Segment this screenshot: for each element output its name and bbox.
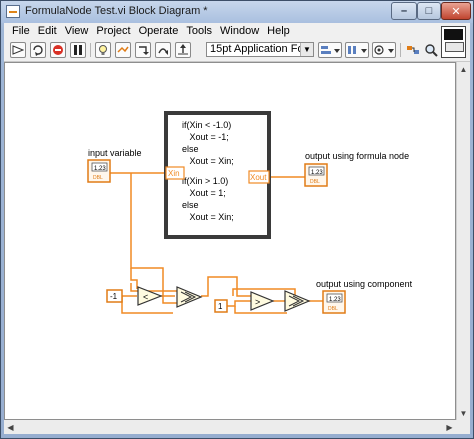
toolbar-separator <box>90 43 91 57</box>
highlight-execution-icon[interactable] <box>95 42 111 58</box>
input-variable-label: input variable <box>88 148 142 158</box>
block-diagram-svg: if(Xin < -1.0) Xout = -1; else Xout = Xi… <box>87 111 413 314</box>
formula-output-label: Xout <box>250 173 267 182</box>
formula-line: Xout = Xin; <box>182 156 234 166</box>
toolbar-separator <box>400 43 401 57</box>
formula-line: else <box>182 200 199 210</box>
wire-select1-out[interactable] <box>201 276 255 297</box>
less-than-primitive[interactable]: < <box>137 286 163 306</box>
vi-icon[interactable] <box>441 26 466 58</box>
menu-window[interactable]: Window <box>216 25 263 37</box>
search-icon[interactable] <box>423 42 439 58</box>
step-into-icon[interactable] <box>135 42 151 58</box>
menu-edit[interactable]: Edit <box>34 25 61 37</box>
abort-icon[interactable] <box>50 42 66 58</box>
output-component-terminal[interactable]: 1.23 DBL <box>322 290 346 314</box>
terminal-type: 1.23 <box>94 166 106 172</box>
labview-window: FormulaNode Test.vi Block Diagram * – □ … <box>0 0 474 439</box>
less-symbol: < <box>143 292 148 302</box>
scroll-left-icon[interactable]: ◀ <box>4 420 17 434</box>
horizontal-scrollbar[interactable]: ◀ ▶ <box>4 420 456 434</box>
menu-file[interactable]: File <box>4 25 34 37</box>
align-objects-icon[interactable] <box>318 42 342 58</box>
scroll-up-icon[interactable]: ▲ <box>457 62 470 76</box>
constant-value: -1 <box>110 292 118 301</box>
constant-one[interactable]: 1 <box>214 299 228 313</box>
terminal-sub: DBL <box>310 179 320 185</box>
formula-line: else <box>182 144 199 154</box>
vertical-scrollbar[interactable]: ▲ ▼ <box>456 62 470 420</box>
step-over-icon[interactable] <box>155 42 171 58</box>
font-select[interactable]: 15pt Application Font ▼ <box>206 42 314 57</box>
wire-input-branch[interactable] <box>130 268 138 289</box>
maximize-button[interactable]: □ <box>417 2 441 20</box>
scroll-right-icon[interactable]: ▶ <box>443 420 456 434</box>
chevron-down-icon: ▼ <box>300 43 313 56</box>
pause-icon[interactable] <box>70 42 86 58</box>
select-primitive-1[interactable] <box>176 286 203 308</box>
menu-view[interactable]: View <box>61 25 93 37</box>
clean-up-icon[interactable] <box>405 42 421 58</box>
formula-line: Xout = Xin; <box>182 212 234 222</box>
terminal-type: 1.23 <box>329 297 341 303</box>
scroll-corner <box>456 420 470 434</box>
greater-than-primitive[interactable]: > <box>250 291 275 311</box>
select-primitive-2[interactable] <box>284 290 311 312</box>
block-diagram-canvas[interactable]: if(Xin < -1.0) Xout = -1; else Xout = Xi… <box>4 62 456 420</box>
minimize-button[interactable]: – <box>391 2 417 20</box>
output-formula-terminal[interactable]: 1.23 DBL <box>304 163 328 187</box>
constant-value: 1 <box>218 302 223 311</box>
menu-operate[interactable]: Operate <box>135 25 183 37</box>
formula-line: if(Xin < -1.0) <box>182 120 231 130</box>
distribute-objects-icon[interactable] <box>345 42 369 58</box>
terminal-sub: DBL <box>93 175 103 181</box>
labview-app-icon <box>6 5 20 18</box>
font-select-value: 15pt Application Font <box>210 43 313 55</box>
step-out-icon[interactable] <box>175 42 191 58</box>
run-continuously-icon[interactable] <box>30 42 46 58</box>
formula-line: Xout = 1; <box>182 188 226 198</box>
menu-project[interactable]: Project <box>92 25 134 37</box>
formula-line: Xout = -1; <box>182 132 229 142</box>
close-button[interactable]: ✕ <box>441 2 471 20</box>
menu-help[interactable]: Help <box>263 25 294 37</box>
run-arrow-icon[interactable] <box>10 42 26 58</box>
constant-neg-one[interactable]: -1 <box>106 289 123 303</box>
scroll-down-icon[interactable]: ▼ <box>457 406 470 420</box>
formula-line: if(Xin > 1.0) <box>182 176 228 186</box>
wire-one-to-select2[interactable] <box>234 306 287 314</box>
formula-input-label: Xin <box>168 169 180 178</box>
window-title: FormulaNode Test.vi Block Diagram * <box>25 5 208 17</box>
output-component-label: output using component <box>316 279 413 289</box>
terminal-sub: DBL <box>328 306 338 312</box>
retain-wire-values-icon[interactable] <box>115 42 131 58</box>
reorder-icon[interactable] <box>372 42 396 58</box>
terminal-type: 1.23 <box>311 170 323 176</box>
formula-node[interactable]: if(Xin < -1.0) Xout = -1; else Xout = Xi… <box>164 111 271 239</box>
title-bar[interactable]: FormulaNode Test.vi Block Diagram * – □ … <box>1 1 473 23</box>
menu-tools[interactable]: Tools <box>182 25 216 37</box>
menu-bar: File Edit View Project Operate Tools Win… <box>4 23 470 39</box>
greater-symbol: > <box>255 297 260 307</box>
input-variable-terminal[interactable]: 1.23 DBL <box>87 159 111 183</box>
output-formula-label: output using formula node <box>305 151 409 161</box>
toolbar: 15pt Application Font ▼ <box>4 39 470 62</box>
